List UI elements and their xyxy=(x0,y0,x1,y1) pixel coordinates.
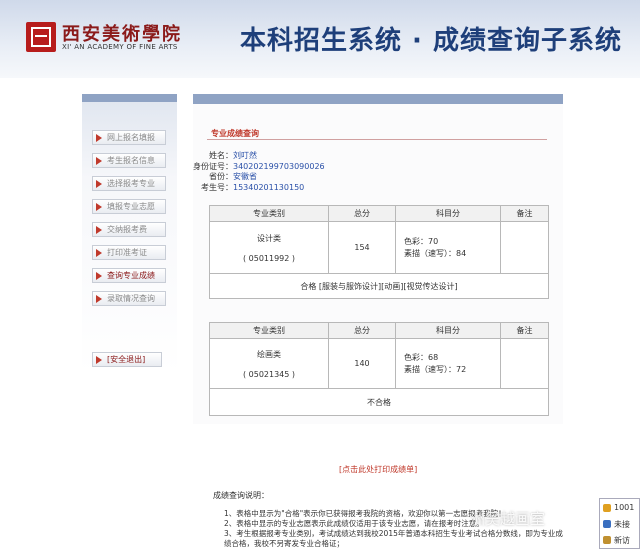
info-row-province: 省份：安徽省 xyxy=(209,172,257,181)
col-header-remark: 备注 xyxy=(500,205,549,222)
visitor-icon xyxy=(603,536,611,544)
score-table-design: 专业类别 总分 科目分 备注 设计类 ( 05011992 ) 154 色彩：7… xyxy=(209,205,549,299)
sidebar-item-admission-status[interactable]: 录取情况查询 xyxy=(92,291,166,306)
info-row-id-number: 身份证号：340202199703090026 xyxy=(193,161,325,171)
col-header-category: 专业类别 xyxy=(209,322,329,339)
category-cell: 设计类 ( 05011992 ) xyxy=(209,221,329,274)
arrow-right-icon xyxy=(96,356,102,364)
arrow-right-icon xyxy=(96,203,102,211)
total-score-cell: 140 xyxy=(328,338,396,389)
arrow-right-icon xyxy=(96,157,102,165)
col-header-total: 总分 xyxy=(328,205,396,222)
sidebar: 网上报名填报 考生报名信息 选择报考专业 填报专业志愿 交纳报考费 打印准考证 … xyxy=(82,94,177,374)
notes-title: 成绩查询说明： xyxy=(213,491,269,500)
sidebar-item-query-scores[interactable]: 查询专业成绩 xyxy=(92,268,166,283)
category-cell: 绘画类 ( 05021345 ) xyxy=(209,338,329,389)
arrow-right-icon xyxy=(96,226,102,234)
subject-scores-cell: 色彩：68 素描（速写）：72 xyxy=(395,338,501,389)
popup-item[interactable]: 未接 xyxy=(600,516,640,532)
header-banner: 西安美術學院 XI' AN ACADEMY OF FINE ARTS 本科招生系… xyxy=(0,0,640,78)
sidebar-item-online-registration[interactable]: 网上报名填报 xyxy=(92,130,166,145)
sidebar-item-major-preference[interactable]: 填报专业志愿 xyxy=(92,199,166,214)
result-cell: 不合格 xyxy=(209,388,549,416)
score-table-painting: 专业类别 总分 科目分 备注 绘画类 ( 05021345 ) 140 色彩：6… xyxy=(209,322,549,416)
print-transcript-link[interactable]: [点击此处打印成绩单] xyxy=(339,464,417,475)
sidebar-item-pay-fee[interactable]: 交纳报考费 xyxy=(92,222,166,237)
sidebar-item-applicant-info[interactable]: 考生报名信息 xyxy=(92,153,166,168)
missed-call-icon xyxy=(603,520,611,528)
notification-popup[interactable]: 1001 未接 新访 xyxy=(599,498,640,549)
academy-seal-icon xyxy=(26,22,56,52)
col-header-remark: 备注 xyxy=(500,322,549,339)
arrow-right-icon xyxy=(96,180,102,188)
watermark-text: 洲吴越画室 xyxy=(470,510,546,528)
sidebar-header-bar xyxy=(82,94,177,102)
result-cell: 合格 [服装与服饰设计][动画][视觉传达设计] xyxy=(209,273,549,299)
col-header-subjects: 科目分 xyxy=(395,205,501,222)
sidebar-item-select-major[interactable]: 选择报考专业 xyxy=(92,176,166,191)
remark-cell xyxy=(500,338,549,389)
arrow-right-icon xyxy=(96,134,102,142)
system-title: 本科招生系统 · 成绩查询子系统 xyxy=(240,26,622,56)
arrow-right-icon xyxy=(96,295,102,303)
info-row-exam-number: 考生号：15340201130150 xyxy=(201,182,305,192)
arrow-right-icon xyxy=(96,249,102,257)
section-divider xyxy=(207,139,547,140)
main-content: 专业成绩查询 姓名：刘叮然 身份证号：340202199703090026 省份… xyxy=(193,94,563,424)
academy-logo-en: XI' AN ACADEMY OF FINE ARTS xyxy=(62,43,178,51)
section-title: 专业成绩查询 xyxy=(211,129,259,138)
subject-scores-cell: 色彩：70 素描（速写）：84 xyxy=(395,221,501,274)
sidebar-item-print-admission[interactable]: 打印准考证 xyxy=(92,245,166,260)
remark-cell xyxy=(500,221,549,274)
arrow-right-icon xyxy=(96,272,102,280)
popup-item[interactable]: 1001 xyxy=(600,500,640,516)
col-header-category: 专业类别 xyxy=(209,205,329,222)
logout-button[interactable]: [安全退出] xyxy=(92,352,162,367)
popup-item[interactable]: 新访 xyxy=(600,532,640,548)
col-header-subjects: 科目分 xyxy=(395,322,501,339)
note-item: 3、考生根据报考专业类别，考试成绩达到我校2015年普通本科招生专业考试合格分数… xyxy=(224,529,563,548)
col-header-total: 总分 xyxy=(328,322,396,339)
message-icon xyxy=(603,504,611,512)
info-row-name: 姓名：刘叮然 xyxy=(209,151,257,160)
total-score-cell: 154 xyxy=(328,221,396,274)
applicant-info: 姓名：刘叮然 身份证号：340202199703090026 省份：安徽省 考生… xyxy=(193,151,325,193)
content-header-bar xyxy=(193,94,563,104)
